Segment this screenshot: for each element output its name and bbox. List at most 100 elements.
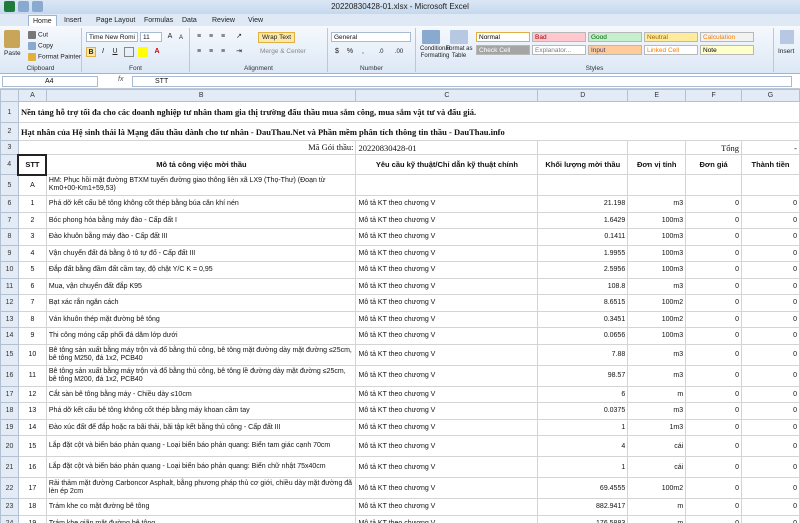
align-left-icon[interactable]: ≡ <box>194 47 204 57</box>
cell-description[interactable]: Thi công móng cấp phối đá dăm lớp dưới <box>45 327 357 345</box>
banner-line-1[interactable]: Nền tảng hỗ trợ tối đa cho các doanh ngh… <box>17 101 800 123</box>
row-header[interactable]: 14 <box>0 327 19 345</box>
cell-stt[interactable]: 15 <box>17 435 47 457</box>
align-middle-icon[interactable]: ≡ <box>206 32 216 42</box>
cell-stt[interactable]: 7 <box>17 294 47 312</box>
cell-amount[interactable]: 0 <box>741 498 800 516</box>
cell-style-linked-cell[interactable]: Linked Cell <box>644 45 698 55</box>
cell-e3[interactable] <box>627 140 687 155</box>
row-header[interactable]: 4 <box>0 154 19 175</box>
decrease-decimal-button[interactable]: .00 <box>391 47 407 57</box>
cell-stt[interactable]: A <box>17 174 47 196</box>
cell-unit-price[interactable]: 0 <box>685 435 743 457</box>
row-header[interactable]: 18 <box>0 402 19 420</box>
column-header-f[interactable]: F <box>685 89 743 102</box>
format-table-button[interactable]: Format as Table <box>445 46 473 60</box>
cell-stt[interactable]: 16 <box>17 456 47 478</box>
row-header[interactable]: 16 <box>0 364 19 387</box>
cell-stt[interactable]: 9 <box>17 327 47 345</box>
row-header[interactable]: 11 <box>0 277 19 295</box>
fx-icon[interactable]: fx <box>118 76 123 83</box>
copy-button[interactable]: Copy <box>28 42 53 50</box>
cell-d3[interactable] <box>537 140 629 155</box>
border-icon[interactable] <box>124 47 134 57</box>
header-unit[interactable]: Đơn vị tính <box>627 154 687 175</box>
cell-description[interactable]: Trám khe giãn mặt đường bê tông <box>45 514 357 523</box>
column-header-d[interactable]: D <box>537 89 629 102</box>
package-code-value[interactable]: 20220830428-01 <box>355 140 539 155</box>
cell-stt[interactable]: 11 <box>17 364 47 387</box>
bold-button[interactable]: B <box>86 47 96 57</box>
cell-requirement[interactable]: Mô tả KT theo chương V <box>355 195 539 213</box>
shrink-font-button[interactable]: A <box>176 33 186 43</box>
italic-button[interactable]: I <box>98 47 108 57</box>
select-all-corner[interactable] <box>0 89 19 102</box>
cell-requirement[interactable]: Mô tả KT theo chương V <box>355 418 539 436</box>
tab-view[interactable]: View <box>244 15 267 26</box>
cell-requirement[interactable]: Mô tả KT theo chương V <box>355 294 539 312</box>
cell-requirement[interactable]: Mô tả KT theo chương V <box>355 244 539 262</box>
cell-unit[interactable]: m <box>627 514 687 523</box>
cell-amount[interactable]: 0 <box>741 435 800 457</box>
insert-cells-icon[interactable] <box>780 30 794 44</box>
indent-icon[interactable]: ⇥ <box>234 47 244 57</box>
cell-amount[interactable]: 0 <box>741 310 800 328</box>
row-header[interactable]: 2 <box>0 122 19 141</box>
font-name-box[interactable]: Time New Romi <box>86 32 138 42</box>
cell-description[interactable]: Đào xúc đất để đắp hoặc ra bãi thải, bãi… <box>45 418 357 436</box>
cell-amount[interactable]: 0 <box>741 456 800 478</box>
cell-stt[interactable]: 2 <box>17 211 47 229</box>
cell-requirement[interactable]: Mô tả KT theo chương V <box>355 385 539 403</box>
cell-amount[interactable]: 0 <box>741 364 800 387</box>
cell-unit[interactable]: 100m3 <box>627 327 687 345</box>
cell-requirement[interactable]: Mô tả KT theo chương V <box>355 277 539 295</box>
row-header[interactable]: 9 <box>0 244 19 262</box>
cell-description[interactable]: Phá dỡ kết cấu bê tông không cốt thép bằ… <box>45 402 357 420</box>
cell-unit-price[interactable]: 0 <box>685 327 743 345</box>
cell-stt[interactable]: 3 <box>17 228 47 246</box>
cell-unit-price[interactable]: 0 <box>685 477 743 499</box>
cell-quantity[interactable]: 0.0375 <box>537 402 629 420</box>
cell-requirement[interactable] <box>355 174 539 196</box>
row-header[interactable]: 5 <box>0 174 19 196</box>
cell-style-calculation[interactable]: Calculation <box>700 32 754 42</box>
cell-description[interactable]: Lắp đặt cột và biển báo phản quang - Loạ… <box>45 456 357 478</box>
wrap-text-button[interactable]: Wrap Text <box>258 32 296 43</box>
row-header[interactable]: 24 <box>0 514 19 523</box>
cell-description[interactable]: Cắt sàn bê tông bằng máy - Chiều dày ≤10… <box>45 385 357 403</box>
font-color-icon[interactable]: A <box>152 47 162 57</box>
cell-amount[interactable]: 0 <box>741 514 800 523</box>
cell-description[interactable]: Ván khuôn thép mặt đường bê tông <box>45 310 357 328</box>
cell-style-check-cell[interactable]: Check Cell <box>476 45 530 55</box>
cell-quantity[interactable]: 882.9417 <box>537 498 629 516</box>
cell-unit[interactable]: m <box>627 385 687 403</box>
cell-unit[interactable]: m <box>627 498 687 516</box>
row-header[interactable]: 8 <box>0 228 19 246</box>
spreadsheet-grid[interactable]: A B C D E F G 1 Nền tảng hỗ trợ tối đa c… <box>0 89 800 523</box>
cell-quantity[interactable]: 2.5956 <box>537 261 629 279</box>
cell-amount[interactable]: 0 <box>741 477 800 499</box>
cell-unit[interactable]: 1m3 <box>627 418 687 436</box>
currency-button[interactable]: $ <box>332 47 342 57</box>
cell-description[interactable]: Phá dỡ kết cấu bê tông không cốt thép bằ… <box>45 195 357 213</box>
cell-quantity[interactable]: 1 <box>537 418 629 436</box>
cell-quantity[interactable]: 0.3451 <box>537 310 629 328</box>
cell-quantity[interactable]: 0.1411 <box>537 228 629 246</box>
align-top-icon[interactable]: ≡ <box>194 32 204 42</box>
cell-amount[interactable]: 0 <box>741 385 800 403</box>
cell-requirement[interactable]: Mô tả KT theo chương V <box>355 514 539 523</box>
cell-unit-price[interactable]: 0 <box>685 244 743 262</box>
column-header-c[interactable]: C <box>355 89 539 102</box>
cell-style-good[interactable]: Good <box>588 32 642 42</box>
cell-description[interactable]: Rải thảm mặt đường Carboncor Asphalt, bằ… <box>45 477 357 499</box>
paste-icon[interactable] <box>4 30 20 48</box>
cell-requirement[interactable]: Mô tả KT theo chương V <box>355 364 539 387</box>
cell-requirement[interactable]: Mô tả KT theo chương V <box>355 261 539 279</box>
row-header[interactable]: 21 <box>0 456 19 478</box>
cell-description[interactable]: HM: Phục hồi mặt đường BTXM tuyến đường … <box>45 174 357 196</box>
font-size-box[interactable]: 11 <box>140 32 162 42</box>
cell-unit[interactable]: m3 <box>627 277 687 295</box>
cell-amount[interactable]: 0 <box>741 402 800 420</box>
cell-unit[interactable]: 100m2 <box>627 310 687 328</box>
cell-quantity[interactable]: 98.57 <box>537 364 629 387</box>
